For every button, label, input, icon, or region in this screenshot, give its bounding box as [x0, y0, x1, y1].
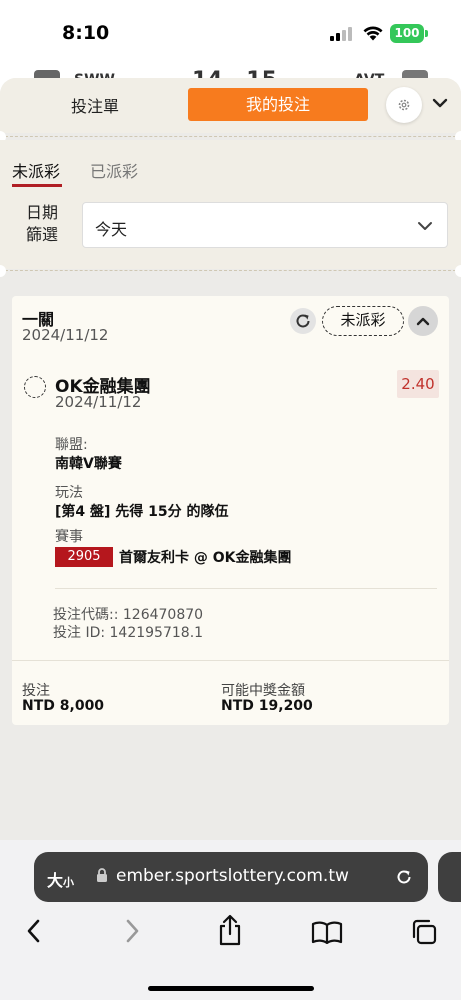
status-time: 8:10: [62, 22, 110, 44]
refresh-icon: [296, 314, 310, 328]
active-tab-indicator: [12, 184, 62, 187]
divider: [55, 588, 437, 589]
tabs-icon[interactable]: [410, 918, 438, 946]
text-size-button[interactable]: 大小: [47, 867, 74, 891]
date-filter-value: 今天: [95, 220, 128, 239]
refresh-button[interactable]: [290, 308, 316, 334]
notch-right: [455, 265, 461, 277]
market-value: [第4 盤] 先得 15分 的隊伍: [55, 504, 229, 520]
home-indicator: [148, 986, 314, 991]
event-name: 首爾友利卡 @ OK金融集團: [119, 550, 292, 566]
url-text: ember.sportslottery.com.tw: [116, 866, 349, 886]
tab-bet-slip[interactable]: 投注單: [40, 93, 150, 117]
bet-code: 投注代碼:: 126470870: [53, 607, 204, 623]
stake-label: 投注: [22, 683, 50, 699]
event-id-badge: 2905: [55, 547, 113, 567]
back-icon[interactable]: [24, 918, 44, 944]
league-label: 聯盟:: [55, 437, 88, 453]
status-bar: 8:10 100: [0, 0, 461, 64]
bet-id: 投注 ID: 142195718.1: [53, 625, 204, 641]
battery-cap: [425, 30, 428, 37]
share-icon[interactable]: [216, 914, 244, 946]
tab-settled[interactable]: 已派彩: [90, 158, 138, 182]
status-badge: 未派彩: [322, 306, 404, 336]
divider: [0, 136, 461, 137]
settings-button[interactable]: [386, 87, 422, 123]
reload-icon[interactable]: [394, 867, 414, 887]
bet-date: 2024/11/12: [22, 326, 109, 344]
league-value: 南韓V聯賽: [55, 456, 122, 472]
browser-toolbar: 大小 ember.sportslottery.com.tw: [0, 840, 461, 1000]
odds-badge: 2.40: [397, 370, 439, 398]
tab-unsettled[interactable]: 未派彩: [12, 158, 60, 182]
next-tab-preview[interactable]: [438, 852, 461, 902]
date-filter-label: 日期篩選: [25, 203, 58, 244]
address-bar[interactable]: 大小 ember.sportslottery.com.tw: [34, 852, 428, 902]
bookmarks-icon[interactable]: [311, 920, 343, 944]
payout-value: NTD 19,200: [221, 698, 313, 714]
chevron-down-icon[interactable]: [432, 97, 448, 109]
collapse-button[interactable]: [408, 306, 438, 336]
lock-icon: [97, 868, 107, 882]
bet-sheet: 投注單 我的投注 未派彩 已派彩 日期篩選 今天 一關 2024/11/12 未…: [0, 78, 461, 848]
pending-icon: [24, 376, 46, 398]
event-label: 賽事: [55, 529, 83, 545]
chevron-down-icon: [418, 222, 432, 230]
market-label: 玩法: [55, 485, 83, 501]
bet-card: 一關 2024/11/12 未派彩 OK金融集團 2024/11/12 2.40…: [12, 296, 449, 725]
sheet-header: 投注單 我的投注: [0, 78, 461, 133]
chevron-up-icon: [416, 317, 430, 326]
payout-label: 可能中獎金額: [221, 683, 305, 699]
cellular-signal-icon: [330, 27, 354, 41]
divider: [0, 270, 461, 271]
gear-icon: [398, 99, 410, 111]
selection-date: 2024/11/12: [55, 393, 142, 411]
forward-icon[interactable]: [122, 918, 142, 944]
tab-my-bets[interactable]: 我的投注: [188, 88, 368, 121]
wifi-icon: [363, 26, 383, 41]
date-filter-select[interactable]: 今天: [82, 202, 448, 248]
divider: [12, 660, 449, 661]
battery-icon: 100: [390, 24, 424, 43]
stake-value: NTD 8,000: [22, 698, 105, 714]
